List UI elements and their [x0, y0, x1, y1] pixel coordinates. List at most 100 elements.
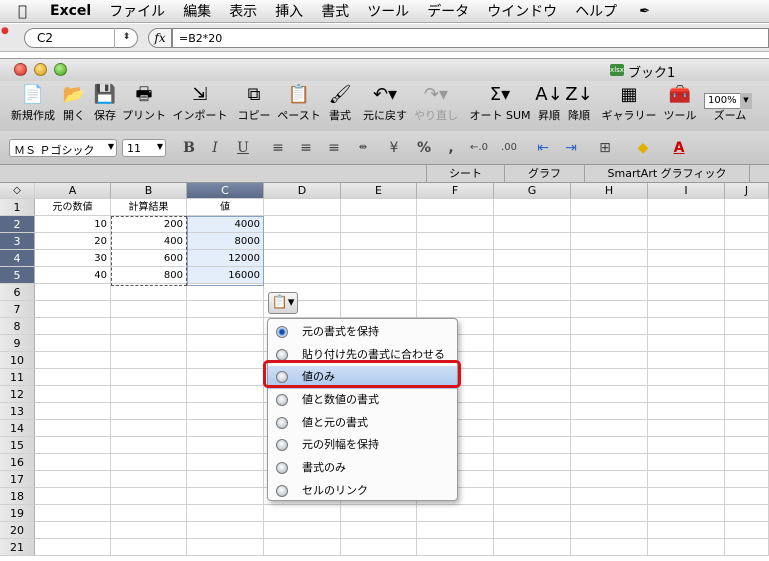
cell[interactable] [417, 284, 494, 301]
row-header[interactable]: 12 [0, 386, 35, 403]
cell[interactable] [341, 301, 417, 318]
cell[interactable] [35, 335, 111, 352]
cell[interactable] [648, 318, 725, 335]
paste-option-keep-column-width[interactable]: 元の列幅を保持 [268, 434, 457, 457]
save-button[interactable]: 💾 保存 [91, 83, 119, 129]
cell[interactable] [648, 403, 725, 420]
borders-icon[interactable]: ⊞ [594, 138, 616, 158]
cell[interactable] [494, 216, 571, 233]
menu-format[interactable]: 書式 [321, 1, 349, 21]
cell[interactable] [187, 539, 264, 556]
cell[interactable] [725, 284, 769, 301]
cell[interactable] [417, 199, 494, 216]
cell[interactable] [571, 522, 648, 539]
cell[interactable] [35, 420, 111, 437]
cell[interactable] [111, 522, 187, 539]
cell[interactable] [187, 352, 264, 369]
cell[interactable] [494, 437, 571, 454]
cell[interactable] [648, 539, 725, 556]
cell[interactable] [725, 386, 769, 403]
cell[interactable] [111, 301, 187, 318]
font-size-select[interactable]: 11 ▼ [122, 139, 166, 157]
cell[interactable] [187, 471, 264, 488]
toolbox-button[interactable]: 🧰 ツール [662, 83, 698, 129]
cell[interactable] [187, 318, 264, 335]
cell[interactable] [571, 267, 648, 284]
cell[interactable] [417, 539, 494, 556]
copy-button[interactable]: ⧉ コピー [236, 83, 272, 129]
row-header[interactable]: 19 [0, 505, 35, 522]
cell[interactable] [35, 352, 111, 369]
cell[interactable] [417, 216, 494, 233]
merge-center-icon[interactable]: ⇹ [352, 138, 374, 158]
cell[interactable] [35, 386, 111, 403]
cell[interactable] [494, 233, 571, 250]
cell[interactable] [494, 318, 571, 335]
cell[interactable] [417, 233, 494, 250]
cell[interactable] [341, 233, 417, 250]
cell[interactable] [187, 403, 264, 420]
cell[interactable] [725, 267, 769, 284]
menu-view[interactable]: 表示 [229, 1, 257, 21]
zoom-window-button[interactable] [54, 63, 67, 76]
cell[interactable] [648, 284, 725, 301]
new-button[interactable]: 📄 新規作成 [10, 83, 56, 129]
cell[interactable] [648, 386, 725, 403]
column-header-c[interactable]: C [187, 183, 264, 199]
open-button[interactable]: 📂 開く [60, 83, 88, 129]
row-header[interactable]: 8 [0, 318, 35, 335]
cell[interactable] [571, 233, 648, 250]
cell[interactable] [494, 539, 571, 556]
cell[interactable] [571, 352, 648, 369]
tab-smartart[interactable]: SmartArt グラフィック [584, 165, 750, 183]
cell[interactable] [648, 250, 725, 267]
cell[interactable] [264, 233, 341, 250]
font-color-button[interactable]: A [668, 138, 690, 158]
decrease-decimal-icon[interactable]: .00 [498, 138, 520, 158]
row-header[interactable]: 20 [0, 522, 35, 539]
cell[interactable] [111, 505, 187, 522]
underline-button[interactable]: U [232, 138, 254, 158]
cell[interactable] [187, 335, 264, 352]
cell[interactable] [417, 505, 494, 522]
cell[interactable] [111, 369, 187, 386]
row-header[interactable]: 5 [0, 267, 35, 284]
cell[interactable]: 元の数値 [35, 199, 111, 216]
cell[interactable] [725, 454, 769, 471]
cell[interactable] [725, 216, 769, 233]
select-all-corner[interactable]: ◇ [0, 183, 35, 199]
italic-button[interactable]: I [204, 138, 226, 158]
paste-option-values-source-format[interactable]: 値と元の書式 [268, 412, 457, 435]
indent-icon[interactable]: ⇥ [560, 138, 582, 158]
cell[interactable] [187, 386, 264, 403]
cell[interactable] [648, 420, 725, 437]
chevron-down-icon[interactable]: ▼ [740, 93, 752, 109]
cell[interactable] [725, 335, 769, 352]
cell[interactable] [111, 403, 187, 420]
apple-icon[interactable]:  [18, 2, 40, 20]
cell[interactable] [111, 539, 187, 556]
cell[interactable] [35, 522, 111, 539]
cell[interactable] [571, 403, 648, 420]
cell[interactable] [571, 335, 648, 352]
cell[interactable] [725, 539, 769, 556]
column-header-e[interactable]: E [341, 183, 417, 199]
cell[interactable] [571, 216, 648, 233]
column-header-j[interactable]: J [725, 183, 769, 199]
cell[interactable] [35, 471, 111, 488]
column-header-i[interactable]: I [648, 183, 725, 199]
row-header[interactable]: 3 [0, 233, 35, 250]
cell[interactable] [35, 301, 111, 318]
cell[interactable] [494, 284, 571, 301]
column-header-h[interactable]: H [571, 183, 648, 199]
menu-file[interactable]: ファイル [109, 1, 165, 21]
cell[interactable] [111, 335, 187, 352]
percent-button[interactable]: % [413, 138, 435, 158]
cell[interactable]: 計算結果 [111, 199, 187, 216]
cell[interactable] [341, 505, 417, 522]
column-header-d[interactable]: D [264, 183, 341, 199]
undo-button[interactable]: ↶▾ 元に戻す [361, 83, 409, 129]
cell[interactable] [417, 267, 494, 284]
cell[interactable] [648, 471, 725, 488]
cell[interactable] [494, 352, 571, 369]
